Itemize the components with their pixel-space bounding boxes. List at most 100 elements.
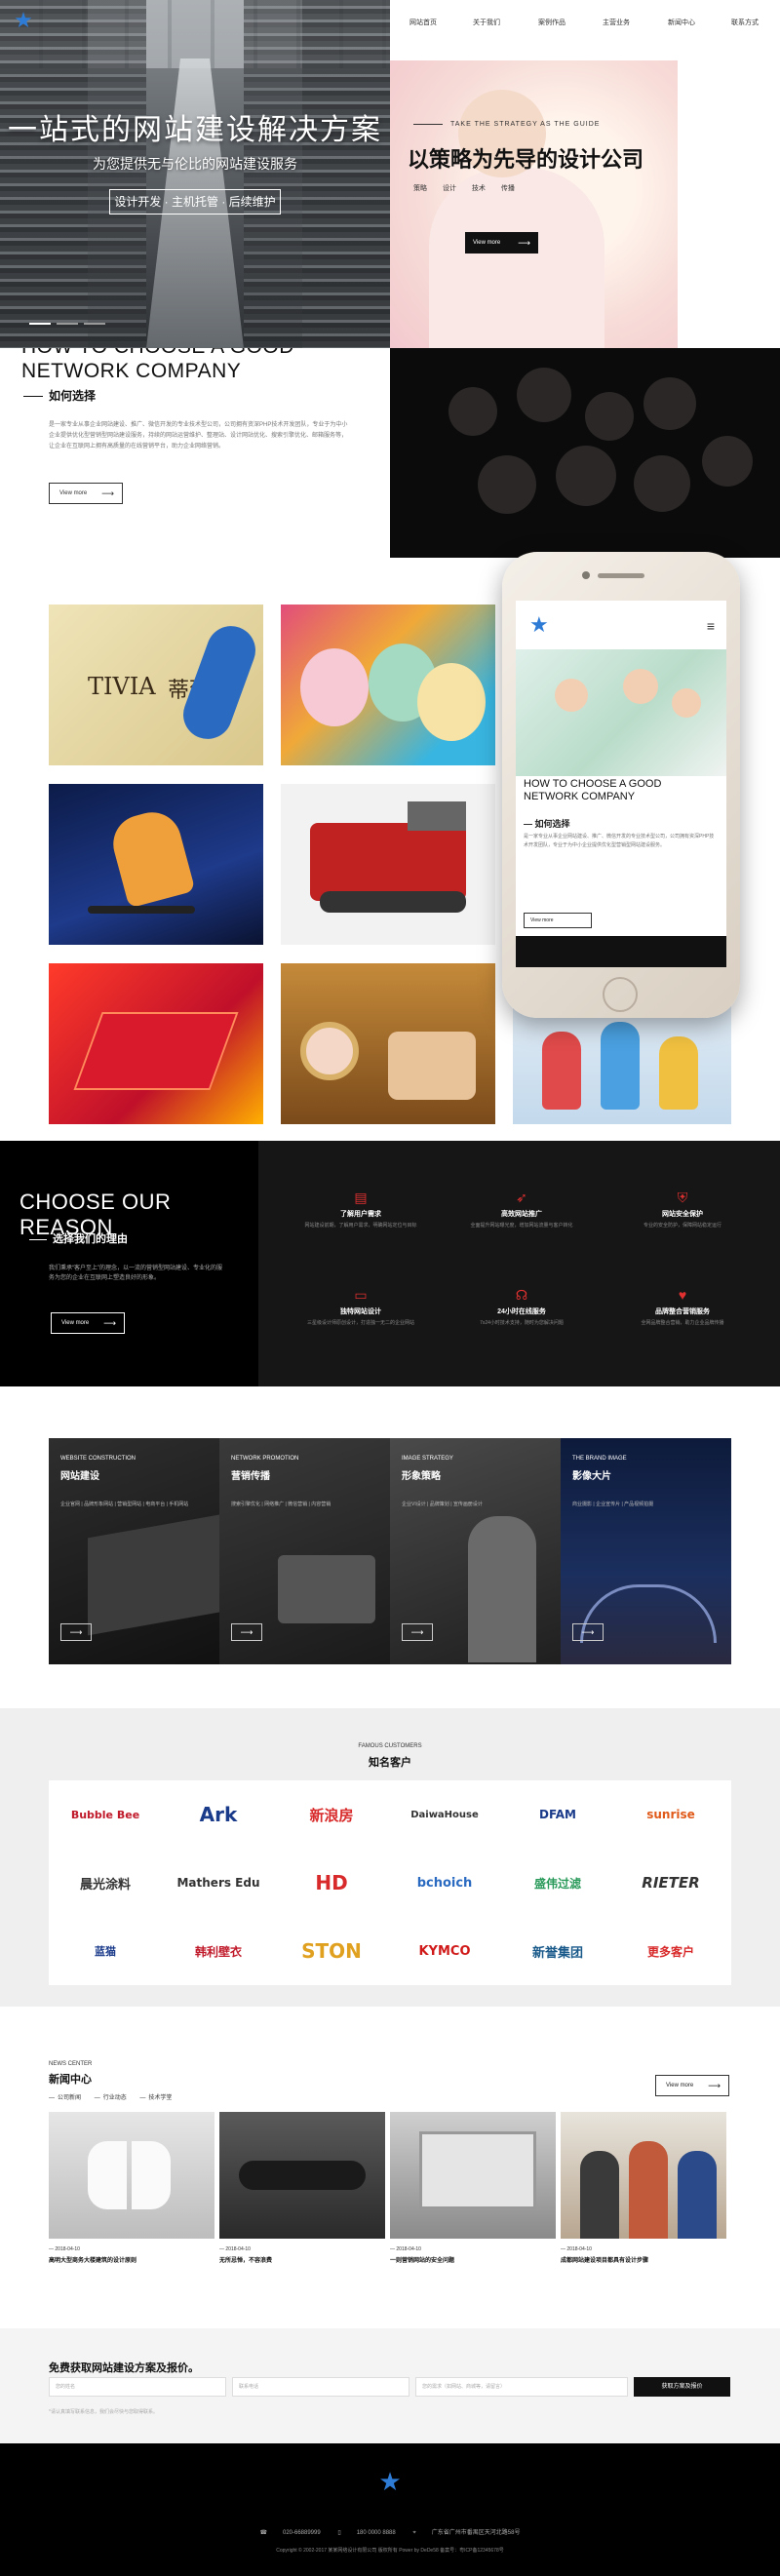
tile-candy <box>417 663 486 741</box>
news-headline[interactable]: 一则营销网站的安全问题 <box>390 2255 556 2264</box>
service-card[interactable]: WEBSITE CONSTRUCTION 网站建设 企业官网 | 品牌形象网站 … <box>49 1438 219 1664</box>
feature-title: 品牌整合营销服务 <box>655 1308 710 1315</box>
customer-logo[interactable]: 新浪房 <box>275 1780 388 1849</box>
customer-logo[interactable]: 蓝猫 <box>49 1917 162 1985</box>
nav-item[interactable]: 联系方式 <box>731 18 759 27</box>
nav-item[interactable]: 网站首页 <box>410 18 437 27</box>
service-card[interactable]: THE BRAND IMAGE 影像大片 商业摄影 | 企业宣传片 | 产品视频… <box>561 1438 731 1664</box>
hero-view-more-button[interactable]: View more <box>465 232 538 254</box>
nav-item[interactable]: 新闻中心 <box>668 18 695 27</box>
tile-machine <box>310 823 466 901</box>
portfolio-tile[interactable] <box>281 963 495 1124</box>
logo-text: KYMCO <box>418 1943 471 1959</box>
customers-en: FAMOUS CUSTOMERS <box>358 1743 422 1749</box>
reason-view-more-button[interactable]: View more <box>51 1312 125 1334</box>
arrow-right-icon[interactable]: ⟶ <box>60 1623 92 1641</box>
customer-logo[interactable]: DFAM <box>501 1780 614 1849</box>
news-headline[interactable]: 高明大型商务大楼建筑的设计原则 <box>49 2255 214 2264</box>
logo-text: STON <box>301 1939 362 1963</box>
customer-logo[interactable]: DaiwaHouse <box>388 1780 501 1849</box>
customer-logo[interactable]: 晨光涂料 <box>49 1849 162 1917</box>
arrow-right-icon[interactable]: ⟶ <box>402 1623 433 1641</box>
name-field[interactable]: 您的姓名 <box>49 2377 226 2397</box>
submit-button[interactable]: 获取方案及报价 <box>634 2377 730 2397</box>
service-card[interactable]: NETWORK PROMOTION 营销传播 搜索引擎优化 | 网络推广 | 微… <box>219 1438 390 1664</box>
puzzle-piece <box>88 2141 127 2209</box>
hero-link[interactable]: 传播 <box>501 185 515 192</box>
news-item[interactable]: — 2018-04-10 高明大型商务大楼建筑的设计原则 <box>49 2112 214 2264</box>
news-item[interactable]: — 2018-04-10 成都网站建设项目都具有设计步骤 <box>561 2112 726 2264</box>
phone-view-more-button[interactable]: View more <box>524 913 592 928</box>
customer-logo[interactable]: Mathers Edu <box>162 1849 275 1917</box>
portfolio-tile[interactable] <box>281 605 495 765</box>
how-view-more-button[interactable]: View more <box>49 483 123 504</box>
news-tab[interactable]: 行业动态 <box>95 2095 127 2101</box>
customers-section: FAMOUS CUSTOMERS 知名客户 Bubble Bee Ark 新浪房… <box>0 1708 780 2007</box>
logo-text: 新誉集团 <box>531 1945 583 1961</box>
feature-desc: 专业的安全防护，保障网站稳定运行 <box>643 1223 722 1229</box>
news-tab[interactable]: 技术学堂 <box>139 2095 172 2101</box>
photo-person <box>702 436 753 487</box>
customer-logo[interactable]: HD <box>275 1849 388 1917</box>
slider-dot[interactable] <box>29 323 51 325</box>
arrow-right-icon[interactable]: ⟶ <box>231 1623 262 1641</box>
tile-kid <box>601 1022 640 1110</box>
customer-logo[interactable]: STON <box>275 1917 388 1985</box>
news-image <box>561 2112 726 2239</box>
server-rack-left2 <box>88 0 146 348</box>
arrow-right-icon[interactable]: ⟶ <box>572 1623 604 1641</box>
news-date: — 2018-04-10 <box>390 2246 421 2252</box>
reason-features: ▤ 了解用户需求 网站建设前期，了解用户需求，明确网站定位与目标 ➶ 高效网站推… <box>258 1141 780 1386</box>
footer-logo-icon[interactable]: ★ <box>374 2467 406 2500</box>
service-card[interactable]: IMAGE STRATEGY 形象策略 企业VI设计 | 品牌策划 | 宣传画册… <box>390 1438 561 1664</box>
hero-link[interactable]: 技术 <box>472 185 486 192</box>
footer: ★ ☎ 020-66889999 ▯ 180 0000 8888 ⌖ 广东省广州市番禺… <box>0 2443 780 2576</box>
photo-person <box>580 2151 619 2239</box>
customer-logo[interactable]: Ark <box>162 1780 275 1849</box>
customer-logo[interactable]: 更多客户 <box>614 1917 727 1985</box>
portfolio-tile[interactable] <box>281 784 495 945</box>
slider-dot[interactable] <box>57 323 78 325</box>
nav-item[interactable]: 主营业务 <box>603 18 630 27</box>
menu-icon[interactable]: ≡ <box>707 618 715 634</box>
feature-title: 了解用户需求 <box>340 1211 381 1218</box>
customer-logo[interactable]: KYMCO <box>388 1917 501 1985</box>
customer-logo[interactable]: Bubble Bee <box>49 1780 162 1849</box>
service-en: IMAGE STRATEGY <box>402 1456 453 1462</box>
customer-logo[interactable]: sunrise <box>614 1780 727 1849</box>
phone-kids-photo <box>516 649 726 776</box>
customer-logo[interactable]: bchoich <box>388 1849 501 1917</box>
news-item[interactable]: — 2018-04-10 一则营销网站的安全问题 <box>390 2112 556 2264</box>
requirement-field[interactable]: 您的需求（如网站、商城等，请留言） <box>415 2377 628 2397</box>
news-image <box>49 2112 214 2239</box>
slider-dot[interactable] <box>84 323 105 325</box>
slider-dots[interactable] <box>29 312 111 330</box>
news-tab[interactable]: 公司新闻 <box>49 2095 81 2101</box>
how-left: HOW TO CHOOSE A GOOD NETWORK COMPANY 如何选… <box>0 348 390 558</box>
news-headline[interactable]: 无所忌惮，不容浪费 <box>219 2255 385 2264</box>
nav-item[interactable]: 关于我们 <box>473 18 500 27</box>
customer-logo[interactable]: 韩利壁衣 <box>162 1917 275 1985</box>
news-item[interactable]: — 2018-04-10 无所忌惮，不容浪费 <box>219 2112 385 2264</box>
news-view-more-button[interactable]: View more <box>655 2075 729 2096</box>
photo-figure <box>429 168 604 348</box>
site-logo-icon[interactable]: ★ <box>10 8 37 33</box>
puzzle-piece <box>132 2141 171 2209</box>
hero-link[interactable]: 策略 <box>413 185 427 192</box>
feature-item: ▤ 了解用户需求 网站建设前期，了解用户需求，明确网站定位与目标 <box>288 1190 434 1229</box>
service-cn: 影像大片 <box>572 1471 611 1482</box>
portfolio-tile[interactable] <box>49 784 263 945</box>
customer-logo[interactable]: RIETER <box>614 1849 727 1917</box>
customer-logo[interactable]: 盛伟过滤 <box>501 1849 614 1917</box>
server-rack-left <box>0 0 88 348</box>
how-text: 是一家专业从事企业网站建设、推广、微信开发的专业技术型公司，公司拥有资深PHP技… <box>49 422 348 449</box>
phone-field[interactable]: 联系电话 <box>232 2377 410 2397</box>
photo-face <box>623 669 658 704</box>
news-headline[interactable]: 成都网站建设项目都具有设计步骤 <box>561 2255 726 2264</box>
heart-icon: ♥ <box>678 1287 687 1303</box>
portfolio-tile[interactable]: TIVIA 蒂薇娜 <box>49 605 263 765</box>
portfolio-tile[interactable] <box>49 963 263 1124</box>
nav-item[interactable]: 案例作品 <box>538 18 566 27</box>
hero-link[interactable]: 设计 <box>443 185 456 192</box>
customer-logo[interactable]: 新誉集团 <box>501 1917 614 1985</box>
